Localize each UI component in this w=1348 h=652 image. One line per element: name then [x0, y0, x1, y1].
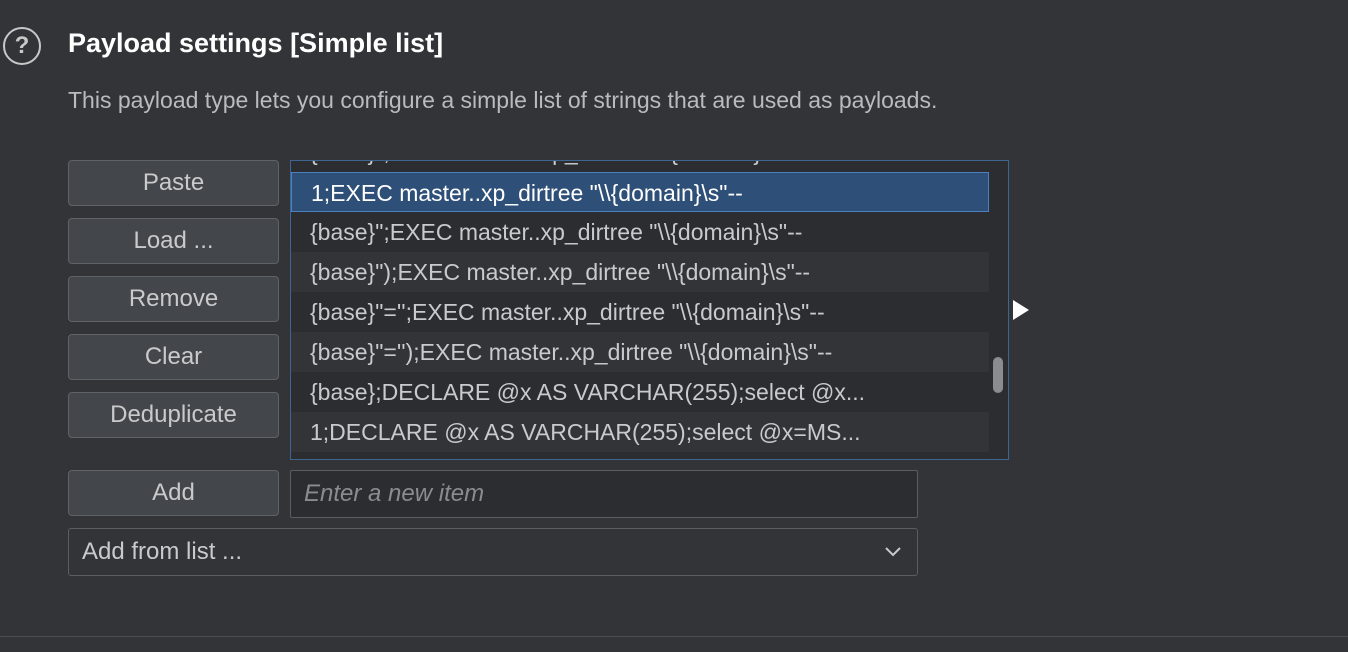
help-question-icon[interactable]: ? — [3, 27, 41, 65]
list-item[interactable]: {base}";EXEC master..xp_dirtree "\\{doma… — [291, 161, 989, 172]
remove-button[interactable]: Remove — [68, 276, 279, 322]
add-from-list-selected: Add from list ... — [82, 538, 243, 565]
list-item[interactable]: {base}"='';EXEC master..xp_dirtree "\\{d… — [291, 292, 989, 332]
list-item-selected[interactable]: 1;EXEC master..xp_dirtree "\\{domain}\s"… — [291, 172, 989, 212]
chevron-down-icon — [885, 547, 901, 557]
load-button[interactable]: Load ... — [68, 218, 279, 264]
list-item[interactable]: {base}";EXEC master..xp_dirtree "\\{doma… — [291, 212, 989, 252]
bottom-divider — [0, 636, 1348, 637]
list-item[interactable]: 1;DECLARE @x AS VARCHAR(255);select @x=M… — [291, 412, 989, 452]
payload-list-items: {base}";EXEC master..xp_dirtree "\\{doma… — [291, 161, 989, 452]
clear-button[interactable]: Clear — [68, 334, 279, 380]
section-description: This payload type lets you configure a s… — [68, 87, 938, 113]
add-from-list-dropdown[interactable]: Add from list ... — [68, 528, 918, 576]
list-item[interactable]: {base}"='');EXEC master..xp_dirtree "\\{… — [291, 332, 989, 372]
section-title: Payload settings [Simple list] — [68, 28, 444, 58]
paste-button[interactable]: Paste — [68, 160, 279, 206]
add-button[interactable]: Add — [68, 470, 279, 516]
deduplicate-button[interactable]: Deduplicate — [68, 392, 279, 438]
payload-settings-panel: ? Payload settings [Simple list] This pa… — [0, 0, 1348, 652]
list-item[interactable]: {base}");EXEC master..xp_dirtree "\\{dom… — [291, 252, 989, 292]
new-item-input[interactable] — [290, 470, 918, 518]
list-scrollbar-thumb[interactable] — [993, 357, 1003, 393]
payload-list[interactable]: {base}";EXEC master..xp_dirtree "\\{doma… — [290, 160, 1009, 460]
list-item[interactable]: {base};DECLARE @x AS VARCHAR(255);select… — [291, 372, 989, 412]
play-arrow-icon — [1013, 300, 1029, 320]
